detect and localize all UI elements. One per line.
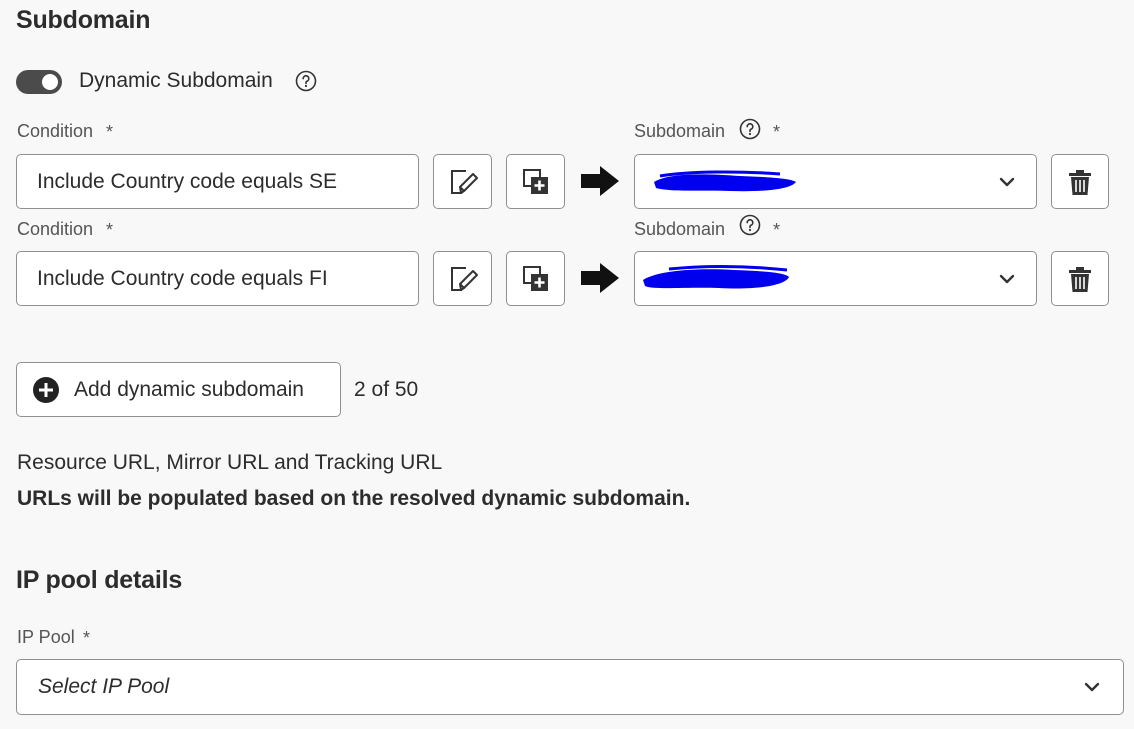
subdomain-heading: Subdomain	[16, 6, 151, 34]
help-icon[interactable]	[295, 70, 317, 92]
arrow-right-icon	[580, 165, 620, 202]
required-mark: *	[773, 122, 781, 142]
urls-title: Resource URL, Mirror URL and Tracking UR…	[17, 451, 443, 474]
redaction-mark	[639, 264, 791, 294]
edit-icon	[450, 266, 478, 291]
ip-pool-placeholder: Select IP Pool	[38, 675, 170, 698]
subdomain-select[interactable]	[634, 154, 1037, 209]
subdomain-counter: 2 of 50	[354, 378, 419, 401]
dynamic-subdomain-label: Dynamic Subdomain	[79, 69, 273, 92]
plus-circle-icon	[32, 376, 60, 404]
redaction-mark	[650, 168, 800, 196]
condition-field[interactable]: Include Country code equals SE	[16, 154, 419, 209]
duplicate-icon	[522, 168, 548, 194]
required-mark: *	[83, 628, 91, 648]
required-mark: *	[106, 122, 114, 142]
settings-page: Subdomain Dynamic Subdomain Condition * …	[0, 0, 1134, 729]
add-dynamic-subdomain-button[interactable]: Add dynamic subdomain	[16, 362, 341, 417]
chevron-down-icon	[998, 173, 1016, 196]
dynamic-subdomain-toggle[interactable]	[16, 70, 62, 94]
arrow-right-icon	[580, 262, 620, 299]
duplicate-condition-button[interactable]	[506, 251, 565, 306]
add-dynamic-subdomain-label: Add dynamic subdomain	[74, 377, 304, 401]
help-icon[interactable]	[739, 214, 761, 236]
subdomain-label: Subdomain	[634, 219, 726, 239]
help-icon[interactable]	[739, 118, 761, 140]
condition-label: Condition	[17, 219, 94, 239]
chevron-down-icon	[998, 270, 1016, 293]
delete-condition-button[interactable]	[1051, 154, 1109, 209]
duplicate-condition-button[interactable]	[506, 154, 565, 209]
required-mark: *	[773, 220, 781, 240]
edit-condition-button[interactable]	[433, 251, 492, 306]
edit-condition-button[interactable]	[433, 154, 492, 209]
subdomain-select[interactable]	[634, 251, 1037, 306]
subdomain-label: Subdomain	[634, 121, 726, 141]
ip-pool-heading: IP pool details	[16, 566, 183, 594]
ip-pool-select[interactable]: Select IP Pool	[16, 659, 1124, 715]
required-mark: *	[106, 220, 114, 240]
condition-label: Condition	[17, 121, 94, 141]
urls-note: URLs will be populated based on the reso…	[17, 487, 691, 510]
duplicate-icon	[522, 265, 548, 291]
condition-field[interactable]: Include Country code equals FI	[16, 251, 419, 306]
edit-icon	[450, 169, 478, 194]
ip-pool-label: IP Pool	[17, 627, 75, 647]
trash-icon	[1069, 266, 1091, 292]
trash-icon	[1069, 169, 1091, 195]
chevron-down-icon	[1083, 678, 1101, 702]
delete-condition-button[interactable]	[1051, 251, 1109, 306]
